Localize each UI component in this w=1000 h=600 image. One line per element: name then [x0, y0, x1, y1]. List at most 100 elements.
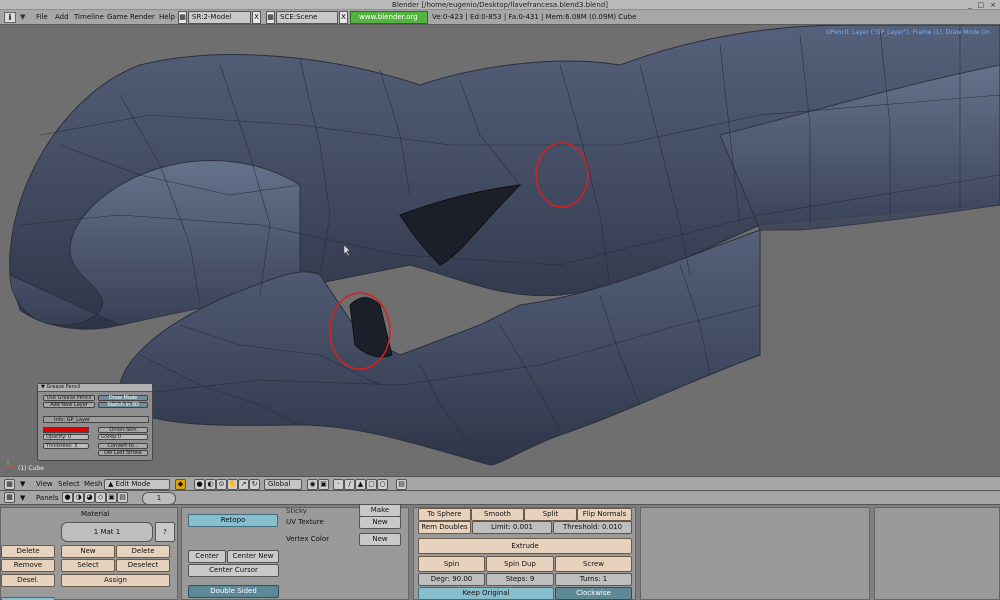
- clockwise-toggle[interactable]: Clockwise: [555, 587, 632, 600]
- hand-icon[interactable]: ✋: [227, 479, 238, 490]
- convert-to-button[interactable]: Convert to...: [98, 443, 148, 449]
- scene-delete-button[interactable]: X: [339, 11, 348, 24]
- edge-select-icon[interactable]: /: [344, 479, 355, 490]
- editing-context-icon[interactable]: ▣: [106, 492, 117, 503]
- scene-stats: Ve:0-423 | Ed:0-853 | Fa:0-431 | Mem:6.0…: [432, 13, 637, 21]
- collapse-triangle-icon[interactable]: ▼: [20, 480, 25, 488]
- blender-version-link[interactable]: www.blender.org 249.2: [350, 11, 428, 32]
- proportional-icon[interactable]: ○: [377, 479, 388, 490]
- pivot-icon[interactable]: ◆: [175, 479, 186, 490]
- limit-field[interactable]: Limit: 0.001: [472, 521, 552, 534]
- material-help-button[interactable]: ?: [155, 522, 175, 542]
- face-select-icon[interactable]: ▲: [355, 479, 366, 490]
- vertex-select-icon[interactable]: ·: [333, 479, 344, 490]
- rotate-manipulator-icon[interactable]: ↻: [249, 479, 260, 490]
- layer-lock-icon[interactable]: ▣: [318, 479, 329, 490]
- material-assign-button[interactable]: Assign: [61, 574, 170, 587]
- layer-icon[interactable]: ◉: [307, 479, 318, 490]
- spin-button[interactable]: Spin: [418, 556, 485, 572]
- uv-texture-new-button[interactable]: New: [359, 516, 401, 529]
- screw-button[interactable]: Screw: [555, 556, 632, 572]
- occlude-icon[interactable]: ▢: [366, 479, 377, 490]
- use-grease-pencil-toggle[interactable]: Use Grease Pencil: [43, 395, 95, 401]
- scene-context-icon[interactable]: ▤: [117, 492, 128, 503]
- minimize-button[interactable]: _: [968, 1, 972, 9]
- material-slot-field[interactable]: 1 Mat 1: [61, 522, 153, 542]
- screen-browse-icon[interactable]: ▦: [178, 11, 187, 24]
- thickness-slider[interactable]: Thickness: 3: [43, 443, 89, 449]
- render-icon[interactable]: ▤: [396, 479, 407, 490]
- menu-timeline[interactable]: Timeline: [74, 13, 104, 21]
- move-manipulator-icon[interactable]: ↗: [238, 479, 249, 490]
- draw-type-icon[interactable]: ●: [194, 479, 205, 490]
- editor-type-icon[interactable]: ▦: [4, 479, 15, 490]
- material-new-button[interactable]: New: [61, 545, 115, 558]
- shading-icon[interactable]: ◐: [205, 479, 216, 490]
- opacity-slider[interactable]: Opacity: 0: [43, 434, 89, 440]
- mesh-tools-panel: To Sphere Smooth Split Flip Normals Rem …: [413, 507, 636, 600]
- onion-skin-toggle[interactable]: Onion-Skin: [98, 427, 148, 433]
- panels-menu[interactable]: Panels: [36, 494, 59, 502]
- flip-normals-button[interactable]: Flip Normals: [577, 508, 632, 521]
- center-new-button[interactable]: Center New: [227, 550, 279, 563]
- turns-field[interactable]: Turns: 1: [555, 573, 632, 586]
- gp-layer-row[interactable]: Info: GP_Layer: [43, 416, 149, 423]
- vgroup-deselect-button[interactable]: Desel.: [1, 574, 55, 587]
- logic-context-icon[interactable]: ●: [62, 492, 73, 503]
- pivot-point-icon[interactable]: ⊙: [216, 479, 227, 490]
- material-deselect-button[interactable]: Deselect: [116, 559, 170, 572]
- center-button[interactable]: Center: [188, 550, 226, 563]
- center-cursor-button[interactable]: Center Cursor: [188, 564, 279, 577]
- vgroup-delete-button[interactable]: Delete: [1, 545, 55, 558]
- menu-file[interactable]: File: [36, 13, 48, 21]
- menu-mesh[interactable]: Mesh: [84, 480, 102, 488]
- buttons-header: ▦ ▼ Panels ● ◑ ◕ ◇ ▣ ▤ 1: [0, 491, 1000, 505]
- collapse-triangle-icon[interactable]: ▼: [20, 13, 25, 21]
- delete-last-stroke-button[interactable]: Del Last Stroke: [98, 450, 148, 456]
- remove-doubles-button[interactable]: Rem Doubles: [418, 521, 471, 534]
- extrude-button[interactable]: Extrude: [418, 538, 632, 554]
- maximize-button[interactable]: □: [978, 1, 985, 9]
- material-delete-button[interactable]: Delete: [116, 545, 170, 558]
- degrees-field[interactable]: Degr: 90.00: [418, 573, 485, 586]
- shading-context-icon[interactable]: ◕: [84, 492, 95, 503]
- screen-delete-button[interactable]: X: [252, 11, 261, 24]
- blender-window: Blender [/home/eugenio/Desktop/llavefran…: [0, 0, 1000, 600]
- double-sided-toggle[interactable]: Double Sided: [188, 585, 279, 598]
- keep-original-toggle[interactable]: Keep Original: [418, 587, 554, 600]
- info-editor-icon[interactable]: i: [4, 12, 16, 23]
- steps-field[interactable]: Steps: 9: [486, 573, 554, 586]
- close-button[interactable]: ×: [990, 1, 996, 9]
- retopo-toggle[interactable]: Retopo: [188, 514, 278, 527]
- smooth-button[interactable]: Smooth: [471, 508, 524, 521]
- transform-orientation-select[interactable]: Global: [264, 479, 302, 490]
- vertex-color-new-button[interactable]: New: [359, 533, 401, 546]
- split-button[interactable]: Split: [524, 508, 577, 521]
- scene-browse-icon[interactable]: ▦: [266, 11, 275, 24]
- collapse-triangle-icon[interactable]: ▼: [20, 494, 25, 502]
- draw-mode-toggle[interactable]: Draw Mode: [98, 395, 148, 401]
- screen-field[interactable]: SR:2-Model: [188, 11, 251, 24]
- vgroup-remove-button[interactable]: Remove: [1, 559, 55, 572]
- sketch-in-3d-toggle[interactable]: Sketch in 3D: [98, 402, 148, 408]
- object-context-icon[interactable]: ◇: [95, 492, 106, 503]
- add-new-layer-button[interactable]: Add New Layer: [43, 402, 95, 408]
- menu-render[interactable]: Render: [130, 13, 155, 21]
- spin-dup-button[interactable]: Spin Dup: [486, 556, 554, 572]
- menu-help[interactable]: Help: [159, 13, 175, 21]
- gstep-field[interactable]: GStep:0: [98, 434, 148, 440]
- script-context-icon[interactable]: ◑: [73, 492, 84, 503]
- info-header: i ▼ File Add Timeline Game Render Help ▦…: [0, 10, 1000, 32]
- material-select-button[interactable]: Select: [61, 559, 115, 572]
- editor-type-icon[interactable]: ▦: [4, 492, 15, 503]
- menu-select[interactable]: Select: [58, 480, 80, 488]
- menu-view[interactable]: View: [36, 480, 53, 488]
- to-sphere-button[interactable]: To Sphere: [418, 508, 471, 521]
- menu-add[interactable]: Add: [55, 13, 69, 21]
- stroke-color-swatch[interactable]: [43, 427, 89, 433]
- menu-game[interactable]: Game: [107, 13, 128, 21]
- mode-select[interactable]: ▲ Edit Mode: [104, 479, 170, 490]
- scene-field[interactable]: SCE:Scene: [276, 11, 338, 24]
- frame-field[interactable]: 1: [142, 492, 176, 505]
- threshold-field[interactable]: Threshold: 0.010: [553, 521, 632, 534]
